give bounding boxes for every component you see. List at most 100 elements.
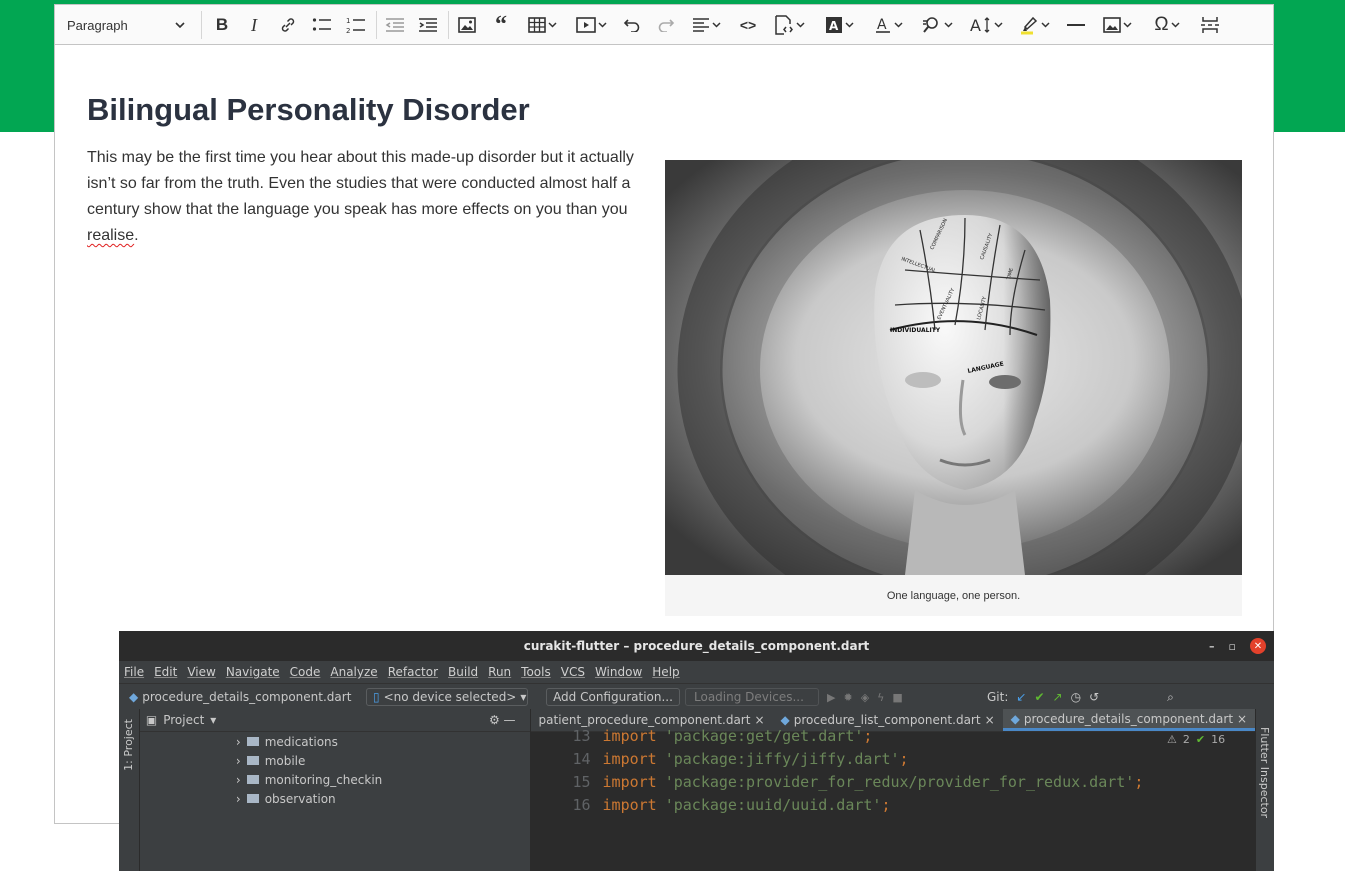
code-semicolon: ; — [881, 795, 891, 814]
find-and-replace-icon — [922, 17, 938, 33]
bulleted-list-button[interactable] — [307, 10, 337, 40]
add-configuration-button: Add Configuration... — [546, 688, 680, 706]
code-line: 15 import 'package:provider_for_redux/prov… — [531, 770, 1256, 793]
menu-view: View — [187, 665, 216, 679]
block-quote-button[interactable]: “ — [486, 10, 516, 40]
code-semicolon: ; — [863, 726, 873, 745]
search-icon: ⌕ — [1167, 689, 1174, 704]
article-paragraph: This may be the first time you hear abou… — [87, 145, 647, 249]
text-alignment-button[interactable] — [685, 10, 727, 40]
undo-button[interactable] — [617, 10, 647, 40]
editor-tab-label: procedure_list_component.dart — [793, 713, 981, 727]
tree-folder: › mobile — [140, 751, 530, 770]
tree-folder: › observation — [140, 789, 530, 808]
line-number: 16 — [572, 795, 591, 814]
ide-menu-bar: File Edit View Navigate Code Analyze Ref… — [119, 661, 1274, 683]
outdent-icon — [385, 18, 404, 32]
article-figure[interactable]: INDIVIDUALITY LANGUAGE INTELLECTUAL COMP… — [665, 160, 1242, 616]
run-icons: ▶ ✹ ◈ ϟ ■ — [827, 691, 903, 704]
code-string: 'package:jiffy/jiffy.dart' — [664, 749, 900, 768]
ide-body: 1: Project ▣ Project ▾ ⚙ — › medications … — [119, 709, 1274, 871]
paragraph-end: . — [134, 227, 139, 244]
chevron-down-icon: ▾ — [520, 690, 527, 704]
warning-icon: ⚠ — [1167, 733, 1177, 746]
special-characters-button[interactable]: Ω — [1145, 10, 1189, 40]
check-icon: ✔ — [1195, 733, 1206, 746]
editor-toolbar: Paragraph B I 12 “ <> A A A Ω — [55, 5, 1273, 45]
link-button[interactable] — [273, 10, 303, 40]
figure-caption[interactable]: One language, one person. — [665, 575, 1242, 616]
phone-icon: ▯ — [373, 690, 380, 704]
menu-file: File — [124, 665, 145, 679]
numbered-list-icon: 12 — [346, 17, 365, 34]
editor-tab-active: ◆ procedure_details_component.dart × — [1002, 709, 1256, 731]
line-number: 13 — [572, 726, 591, 745]
photo-word-individuality: INDIVIDUALITY — [890, 327, 941, 334]
page-break-button[interactable] — [1195, 10, 1225, 40]
history-icon: ◷ — [1070, 690, 1082, 704]
git-label: Git: — [987, 690, 1009, 704]
run-icon: ▶ — [827, 690, 836, 704]
editor-tab-label: patient_procedure_component.dart — [538, 713, 751, 727]
italic-button[interactable]: I — [239, 10, 269, 40]
project-panel-icon: ▣ — [145, 713, 158, 727]
chevron-down-icon — [844, 22, 854, 28]
link-icon — [281, 18, 295, 32]
code-string: 'package:get/get.dart' — [664, 726, 864, 745]
insert-table-button[interactable] — [521, 10, 563, 40]
maximize-icon: ▫ — [1228, 639, 1236, 653]
menu-vcs: VCS — [560, 665, 585, 679]
tree-folder: › monitoring_checkin — [140, 770, 530, 789]
git-commit-icon: ✔ — [1034, 690, 1045, 704]
folder-icon — [246, 775, 259, 784]
insert-media-button[interactable] — [570, 10, 612, 40]
ok-count: 16 — [1211, 733, 1226, 746]
heading-dropdown[interactable]: Paragraph — [61, 10, 191, 40]
chevron-down-icon — [893, 22, 903, 28]
right-tool-strip: Flutter Inspector — [1255, 709, 1274, 871]
find-and-replace-button[interactable] — [915, 10, 959, 40]
minimize-icon: – — [1209, 639, 1215, 653]
profile-icon: ◈ — [860, 690, 870, 704]
chevron-down-icon — [795, 22, 805, 28]
ide-window-title: curakit-flutter – procedure_details_comp… — [523, 639, 870, 653]
bulleted-list-icon — [312, 18, 331, 31]
close-icon: × — [754, 713, 765, 727]
ide-screenshot[interactable]: curakit-flutter – procedure_details_comp… — [119, 631, 1274, 871]
menu-tools: Tools — [521, 665, 551, 679]
insert-image-button[interactable] — [452, 10, 482, 40]
misspelled-word[interactable]: realise — [87, 227, 134, 244]
font-background-color-button[interactable]: A — [818, 10, 860, 40]
window-controls: – ▫ ✕ — [1209, 638, 1266, 654]
dart-file-icon: ◆ — [780, 713, 790, 727]
code-block-button[interactable] — [767, 10, 811, 40]
font-size-button[interactable]: A — [965, 10, 1007, 40]
chevron-down-icon: ▾ — [210, 713, 217, 727]
stop-icon: ■ — [892, 690, 903, 704]
redo-button[interactable] — [651, 10, 681, 40]
horizontal-line-icon — [1067, 24, 1085, 26]
chevron-down-icon — [711, 22, 721, 28]
image-upload-icon — [1102, 17, 1121, 33]
rich-text-editor: Paragraph B I 12 “ <> A A A Ω Bilingual … — [54, 4, 1274, 871]
paragraph-text: This may be the first time you hear abou… — [87, 149, 634, 218]
ide-title-bar: curakit-flutter – procedure_details_comp… — [119, 631, 1274, 661]
numbered-list-button[interactable]: 12 — [341, 10, 371, 40]
chevron-right-icon: › — [235, 753, 241, 768]
highlight-button[interactable] — [1013, 10, 1055, 40]
font-color-button[interactable]: A — [867, 10, 909, 40]
heading-dropdown-label: Paragraph — [67, 17, 128, 33]
font-size-icon: A — [970, 16, 989, 34]
device-selector: ▯ <no device selected> ▾ — [366, 688, 528, 706]
bold-button[interactable]: B — [207, 10, 237, 40]
align-left-icon — [692, 18, 709, 32]
source-editing-button[interactable]: <> — [733, 10, 763, 40]
image-upload-button[interactable] — [1095, 10, 1139, 40]
indent-button[interactable] — [413, 10, 443, 40]
chevron-down-icon — [993, 22, 1003, 28]
menu-run: Run — [488, 665, 512, 679]
outdent-button[interactable] — [380, 10, 410, 40]
horizontal-line-button[interactable] — [1061, 10, 1091, 40]
phrenology-head-photo[interactable]: INDIVIDUALITY LANGUAGE INTELLECTUAL COMP… — [665, 160, 1242, 575]
menu-help: Help — [652, 665, 680, 679]
